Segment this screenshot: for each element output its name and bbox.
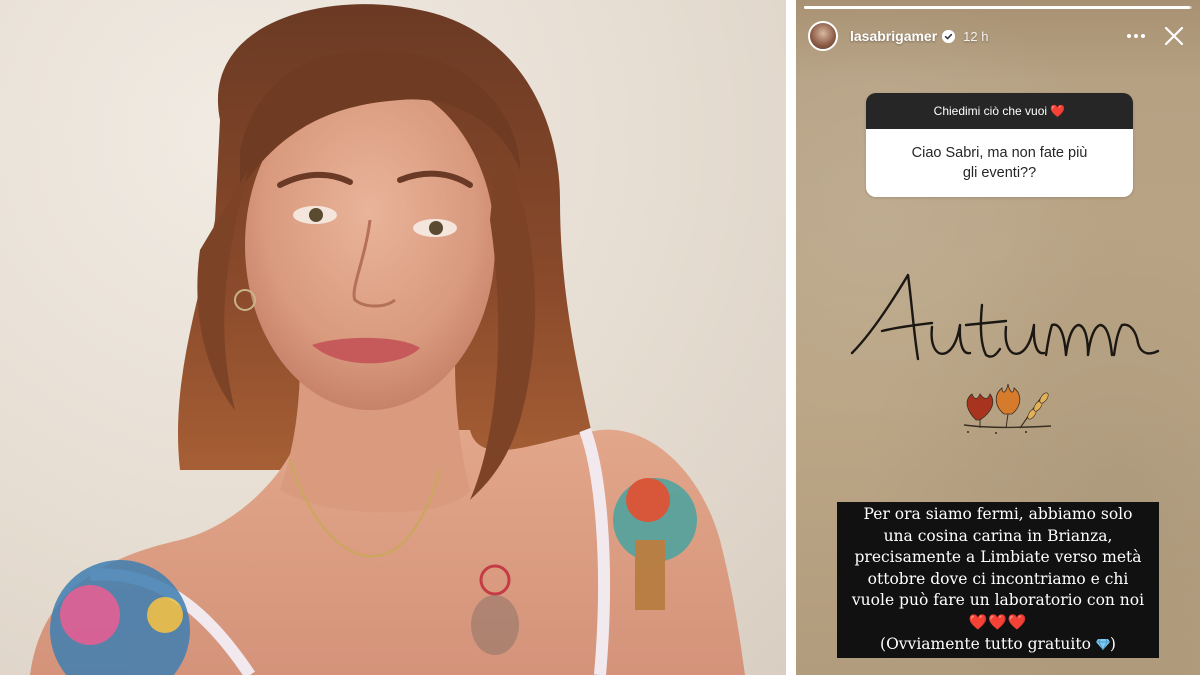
more-horizontal-icon [1127, 34, 1145, 38]
close-icon [1164, 26, 1184, 46]
answer-line: ottobre dove ci incontriamo e chi [867, 569, 1129, 588]
heart-emoji: ❤️ [1050, 104, 1066, 118]
answer-closing-paren: ) [1109, 634, 1116, 653]
answer-line: una cosina carina in Brianza, [883, 526, 1113, 545]
gem-icon [1095, 638, 1110, 650]
verified-badge-icon [942, 29, 956, 43]
username[interactable]: lasabrigamer [850, 28, 937, 44]
question-line: Ciao Sabri, ma non fate più [911, 145, 1088, 161]
answer-line: precisamente a Limbiate verso metà [854, 548, 1142, 567]
answer-line: (Ovviamente tutto gratuito [880, 634, 1091, 653]
autumn-leaves-icon [956, 370, 1056, 436]
more-options-button[interactable] [1120, 20, 1152, 52]
answer-line: Per ora siamo fermi, abbiamo solo [863, 505, 1133, 523]
story-header: lasabrigamer 12 h [808, 18, 1190, 54]
instagram-story[interactable]: lasabrigamer 12 h Chiedimi ciò che vuoi … [796, 0, 1200, 675]
question-sticker[interactable]: Chiedimi ciò che vuoi ❤️ Ciao Sabri, ma … [866, 93, 1133, 197]
question-header-text: Chiedimi ciò che vuoi [933, 104, 1048, 118]
panel-divider [786, 0, 796, 675]
answer-line: vuole può fare un laboratorio con noi [851, 591, 1145, 610]
autumn-handwriting-drawing [850, 273, 1160, 361]
answer-closing-line: (Ovviamente tutto gratuito ) [837, 634, 1159, 656]
story-progress-bar [804, 6, 1192, 9]
close-button[interactable] [1158, 20, 1190, 52]
story-progress-fill [804, 6, 1191, 9]
portrait-illustration [30, 4, 745, 675]
answer-text-block: Per ora siamo fermi, abbiamo solo una co… [837, 502, 1159, 659]
question-text: Ciao Sabri, ma non fate più gli eventi?? [866, 129, 1133, 197]
question-sticker-header: Chiedimi ciò che vuoi ❤️ [866, 93, 1133, 129]
question-line: gli eventi?? [962, 165, 1037, 181]
portrait-photo [0, 0, 786, 675]
post-time: 12 h [963, 28, 989, 44]
avatar[interactable] [808, 21, 838, 51]
hearts-emoji: ❤️❤️❤️ [968, 612, 1028, 631]
autumn-handwriting [846, 265, 1164, 375]
